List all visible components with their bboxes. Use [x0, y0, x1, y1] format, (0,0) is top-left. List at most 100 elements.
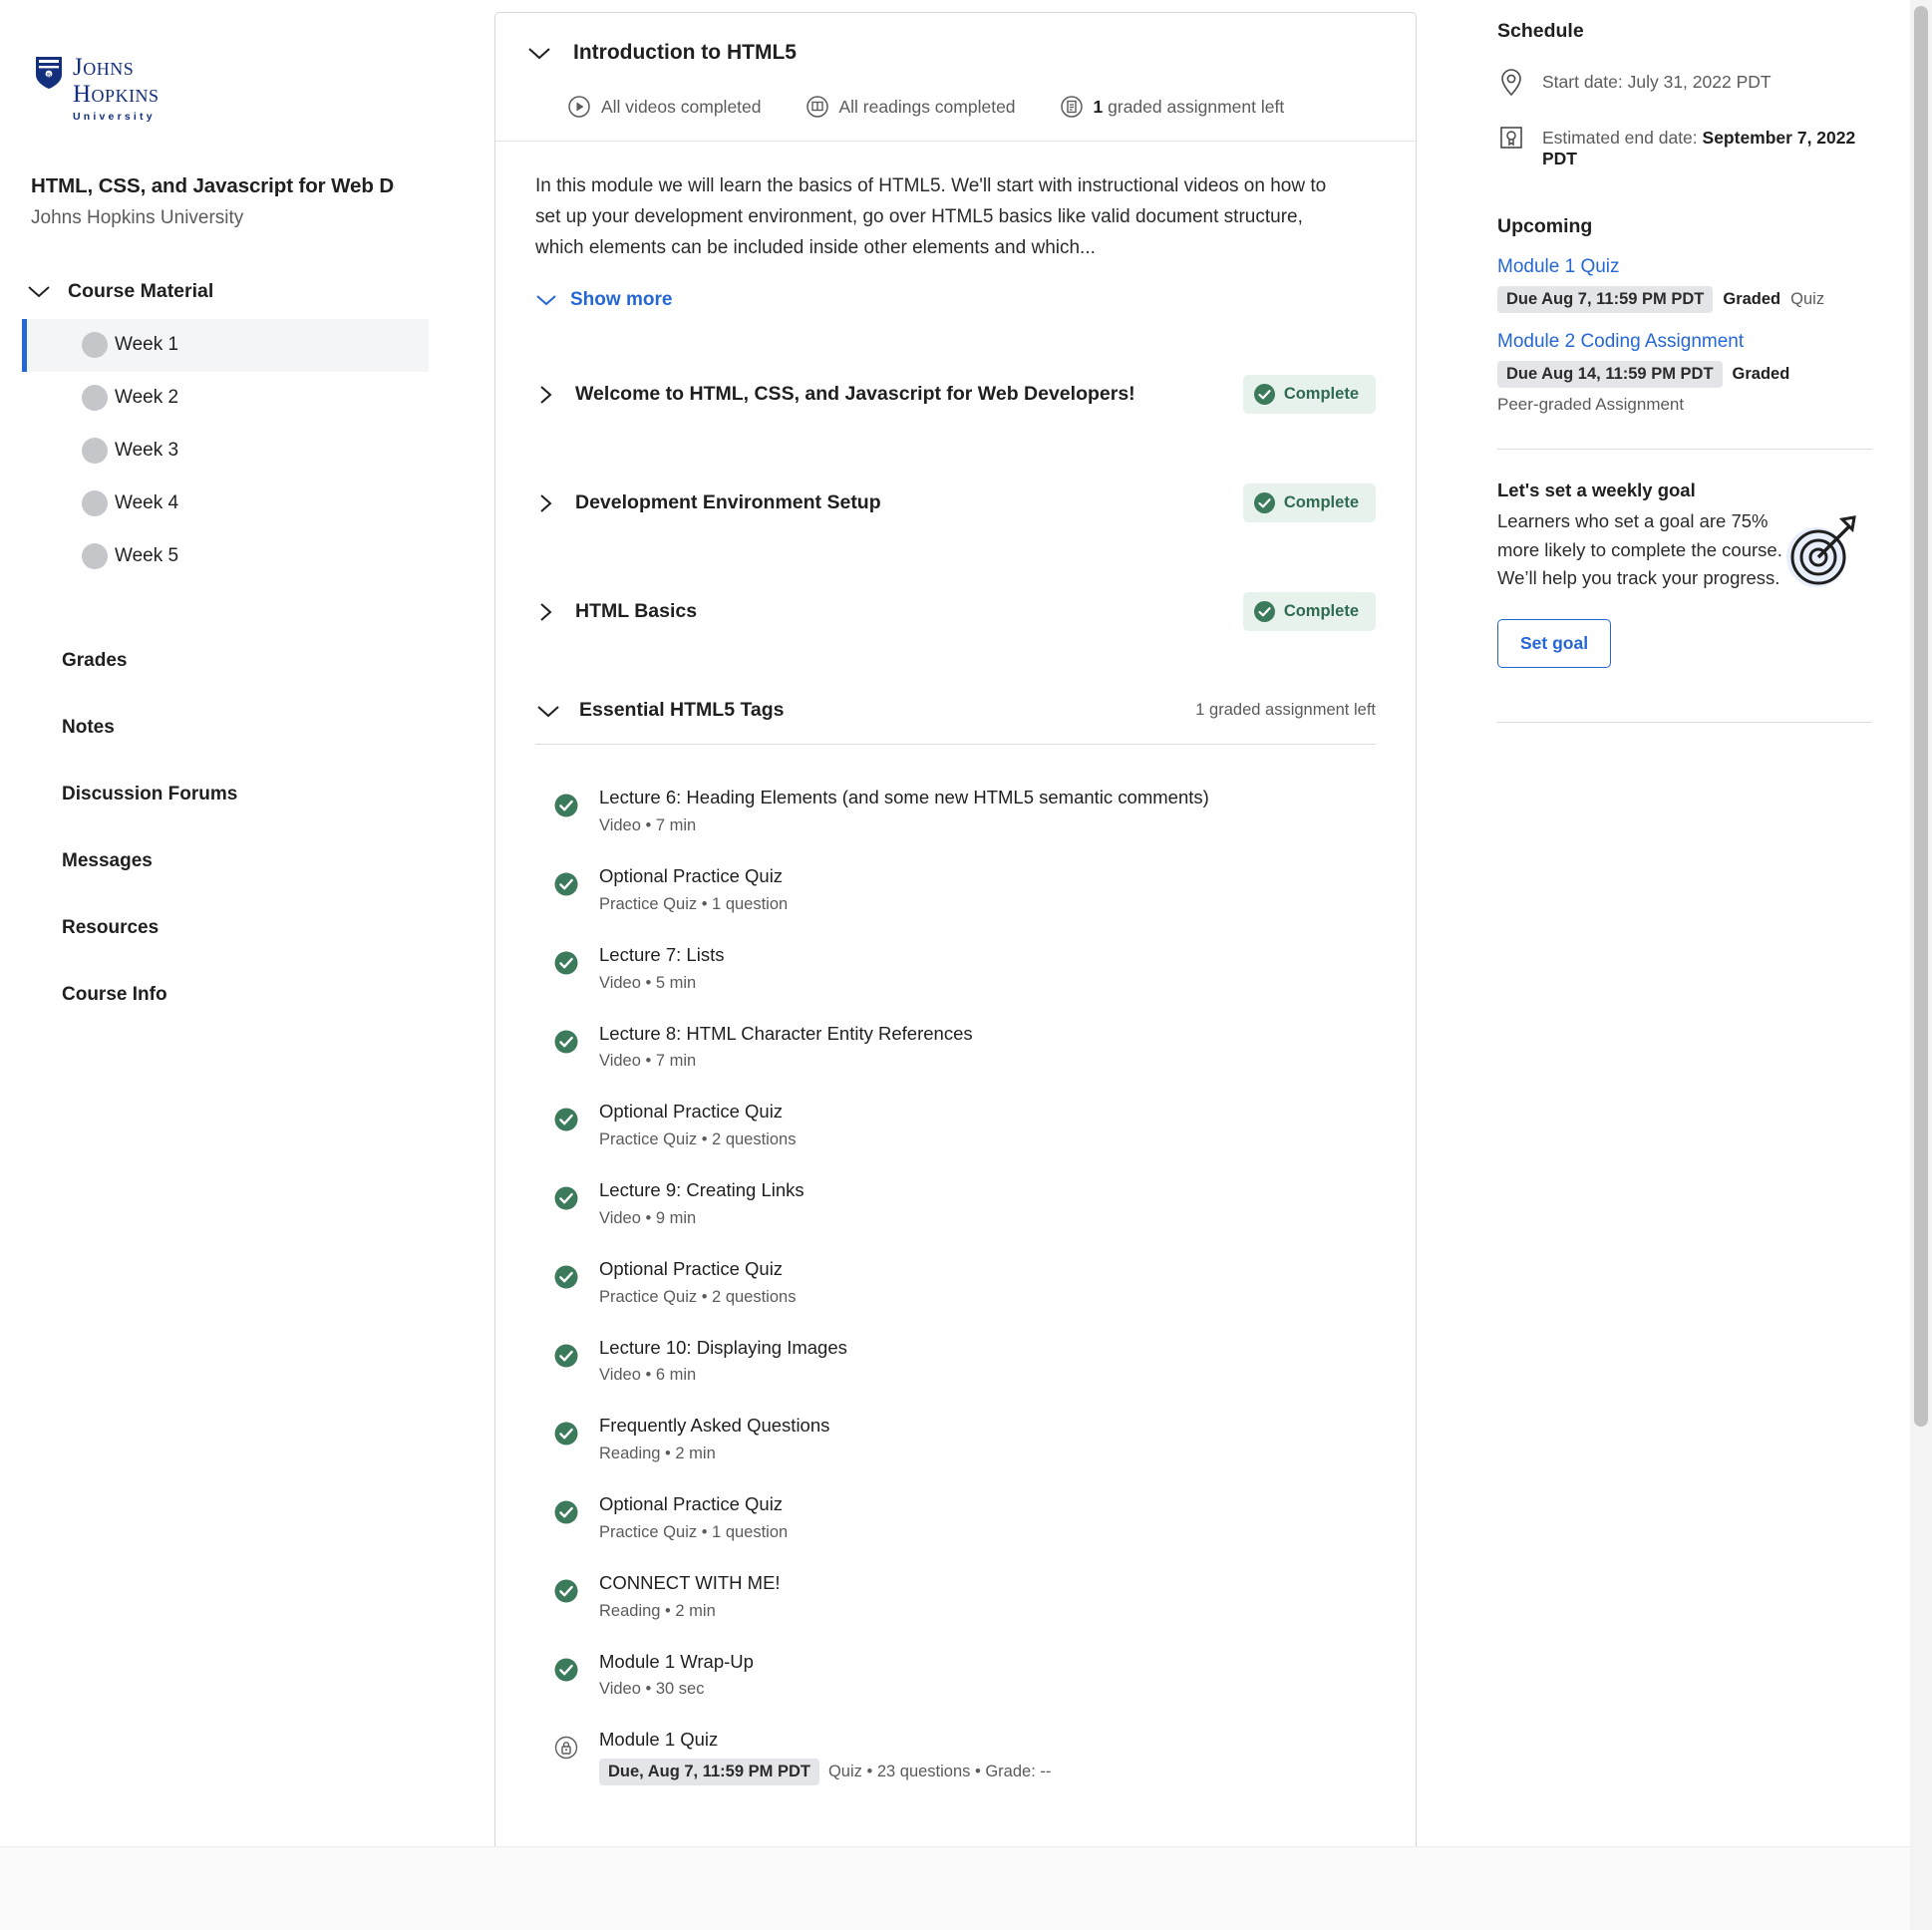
sidebar-item-week-5[interactable]: Week 5	[22, 530, 429, 583]
sidebar-link-discussion-forums[interactable]: Discussion Forums	[0, 762, 488, 828]
main-content: Introduction to HTML5 All videos complet…	[488, 0, 1463, 1930]
due-date-chip: Due Aug 7, 11:59 PM PDT	[1497, 286, 1714, 313]
lesson-item[interactable]: Lecture 8: HTML Character Entity Referen…	[535, 1007, 1376, 1086]
lesson-item-main: Optional Practice Quiz Practice Quiz • 1 …	[599, 862, 1376, 914]
lesson-item[interactable]: Optional Practice Quiz Practice Quiz • 2 …	[535, 1085, 1376, 1163]
upcoming-item: Module 1 Quiz Due Aug 7, 11:59 PM PDT Grad…	[1497, 256, 1872, 313]
lesson-item[interactable]: Lecture 10: Displaying Images Video • 6 m…	[535, 1321, 1376, 1400]
book-circle-icon	[805, 96, 828, 118]
chevron-right-icon	[540, 494, 552, 512]
sidebar-link-course-info[interactable]: Course Info	[0, 962, 488, 1029]
check-circle-icon	[554, 872, 578, 896]
upcoming-block: Upcoming Module 1 Quiz Due Aug 7, 11:59 P…	[1497, 215, 1872, 415]
schedule-start-text: Start date: July 31, 2022 PDT	[1542, 72, 1771, 92]
set-goal-button[interactable]: Set goal	[1497, 619, 1612, 669]
lesson-item-meta: Reading • 2 min	[599, 1601, 716, 1620]
sidebar: B Johns Hopkins University HTML, CSS, an…	[0, 0, 488, 1930]
lesson-item-main: CONNECT WITH ME! Reading • 2 min	[599, 1569, 1376, 1621]
lesson-item[interactable]: Lecture 7: Lists Video • 5 min	[535, 928, 1376, 1007]
lesson-item-subtitle: Video • 7 min	[599, 816, 1376, 835]
sidebar-link-notes[interactable]: Notes	[0, 695, 488, 762]
lesson-item[interactable]: Module 1 Quiz Due, Aug 7, 11:59 PM PDT Qui…	[535, 1713, 1376, 1799]
upcoming-extra: Peer-graded Assignment	[1497, 395, 1685, 414]
lesson-group-1[interactable]: Welcome to HTML, CSS, and Javascript for…	[535, 375, 1376, 415]
lesson-group-title: HTML Basics	[575, 600, 698, 623]
sidebar-link-messages[interactable]: Messages	[0, 828, 488, 895]
university-logo: B Johns Hopkins University	[0, 40, 488, 123]
sidebar-item-week-1[interactable]: Week 1	[22, 318, 429, 372]
lesson-item[interactable]: CONNECT WITH ME! Reading • 2 min	[535, 1556, 1376, 1635]
week-status-dot	[82, 332, 108, 358]
lesson-item-main: Lecture 10: Displaying Images Video • 6 m…	[599, 1334, 1376, 1386]
lesson-group-title: Welcome to HTML, CSS, and Javascript for…	[575, 383, 1135, 406]
lesson-item[interactable]: Optional Practice Quiz Practice Quiz • 1 …	[535, 1477, 1376, 1556]
module-status-text: All videos completed	[601, 96, 762, 117]
course-organization: Johns Hopkins University	[31, 206, 244, 228]
module-status-count: 1	[1093, 96, 1104, 117]
show-more-label: Show more	[570, 289, 673, 311]
status-badge-complete: Complete	[1242, 592, 1376, 632]
logo-line-3: University	[73, 111, 156, 123]
lesson-item-subtitle: Video • 6 min	[599, 1366, 1376, 1385]
lesson-item[interactable]: Lecture 6: Heading Elements (and some ne…	[535, 771, 1376, 849]
lesson-item-main: Lecture 6: Heading Elements (and some ne…	[599, 784, 1376, 835]
module-card: Introduction to HTML5 All videos complet…	[494, 12, 1417, 1906]
graded-label: Graded	[1723, 290, 1781, 308]
chevron-right-icon	[540, 603, 552, 621]
lesson-item-title: Lecture 7: Lists	[599, 943, 725, 965]
logo-line-1: Johns	[73, 54, 135, 81]
panel-divider	[1497, 449, 1872, 450]
status-badge-complete: Complete	[1242, 483, 1376, 523]
page-scrollbar-thumb[interactable]	[1914, 6, 1928, 1427]
chevron-down-icon	[536, 295, 556, 306]
sidebar-link-grades[interactable]: Grades	[0, 628, 488, 695]
lesson-group-2[interactable]: Development Environment Setup Complete	[535, 483, 1376, 523]
week-list: Week 1 Week 2 Week 3 Week 4 Week 5	[0, 318, 488, 583]
check-circle-icon	[554, 794, 578, 817]
sidebar-link-resources[interactable]: Resources	[0, 895, 488, 962]
show-more-button[interactable]: Show more	[535, 289, 1376, 311]
module-title-row[interactable]: Introduction to HTML5	[525, 41, 1382, 65]
lesson-item-main: Optional Practice Quiz Practice Quiz • 1 …	[599, 1490, 1376, 1542]
lesson-item-list: Lecture 6: Heading Elements (and some ne…	[535, 771, 1376, 1799]
check-circle-icon	[554, 1579, 578, 1603]
lesson-item-meta: Practice Quiz • 2 questions	[599, 1130, 797, 1149]
sidebar-item-week-4[interactable]: Week 4	[22, 478, 429, 530]
logo-line-2: Hopkins	[73, 81, 160, 108]
lesson-item-meta: Video • 7 min	[599, 816, 697, 835]
award-ribbon-icon	[1500, 123, 1522, 149]
module-status-text: graded assignment left	[1103, 96, 1285, 117]
lesson-item[interactable]: Optional Practice Quiz Practice Quiz • 1 …	[535, 849, 1376, 928]
module-title: Introduction to HTML5	[573, 41, 797, 64]
week-status-dot	[82, 438, 108, 464]
course-title: HTML, CSS, and Javascript for Web Deve	[31, 173, 395, 197]
play-circle-icon	[568, 96, 590, 118]
upcoming-link[interactable]: Module 1 Quiz	[1497, 256, 1872, 278]
sidebar-item-week-3[interactable]: Week 3	[22, 425, 429, 478]
week-label: Week 4	[115, 492, 179, 513]
sidebar-section-course-material[interactable]: Course Material	[26, 280, 488, 303]
page-scrollbar-track[interactable]	[1910, 0, 1932, 1930]
lesson-item[interactable]: Frequently Asked Questions Reading • 2 mi…	[535, 1399, 1376, 1477]
lesson-group-3[interactable]: HTML Basics Complete	[535, 592, 1376, 632]
lesson-item[interactable]: Optional Practice Quiz Practice Quiz • 2 …	[535, 1242, 1376, 1321]
lesson-item-main: Optional Practice Quiz Practice Quiz • 2 …	[599, 1255, 1376, 1307]
lesson-item[interactable]: Lecture 9: Creating Links Video • 9 min	[535, 1163, 1376, 1242]
lesson-item-title: Lecture 10: Displaying Images	[599, 1336, 847, 1358]
lesson-group-title: Development Environment Setup	[575, 491, 881, 514]
lesson-item-main: Module 1 Wrap-Up Video • 30 sec	[599, 1648, 1376, 1700]
module-status-3: 1 graded assignment left	[1060, 95, 1285, 119]
week-label: Week 5	[115, 545, 179, 566]
schedule-block: Start date: July 31, 2022 PDT Estimated …	[1497, 67, 1872, 169]
lesson-group-open[interactable]: Essential HTML5 Tags 1 graded assignment…	[535, 699, 1376, 722]
upcoming-item: Module 2 Coding Assignment Due Aug 14, 11…	[1497, 331, 1872, 415]
status-badge-complete: Complete	[1242, 375, 1376, 415]
sidebar-item-week-2[interactable]: Week 2	[22, 372, 429, 425]
lesson-item-title: Module 1 Quiz	[599, 1729, 719, 1751]
lesson-item-main: Frequently Asked Questions Reading • 2 mi…	[599, 1412, 1376, 1463]
lesson-item[interactable]: Module 1 Wrap-Up Video • 30 sec	[535, 1635, 1376, 1714]
upcoming-link[interactable]: Module 2 Coding Assignment	[1497, 331, 1872, 353]
sidebar-links: Grades Notes Discussion Forums Messages Reso…	[0, 628, 488, 1029]
lesson-item-main: Lecture 7: Lists Video • 5 min	[599, 941, 1376, 993]
lesson-item-title: CONNECT WITH ME!	[599, 1571, 781, 1593]
